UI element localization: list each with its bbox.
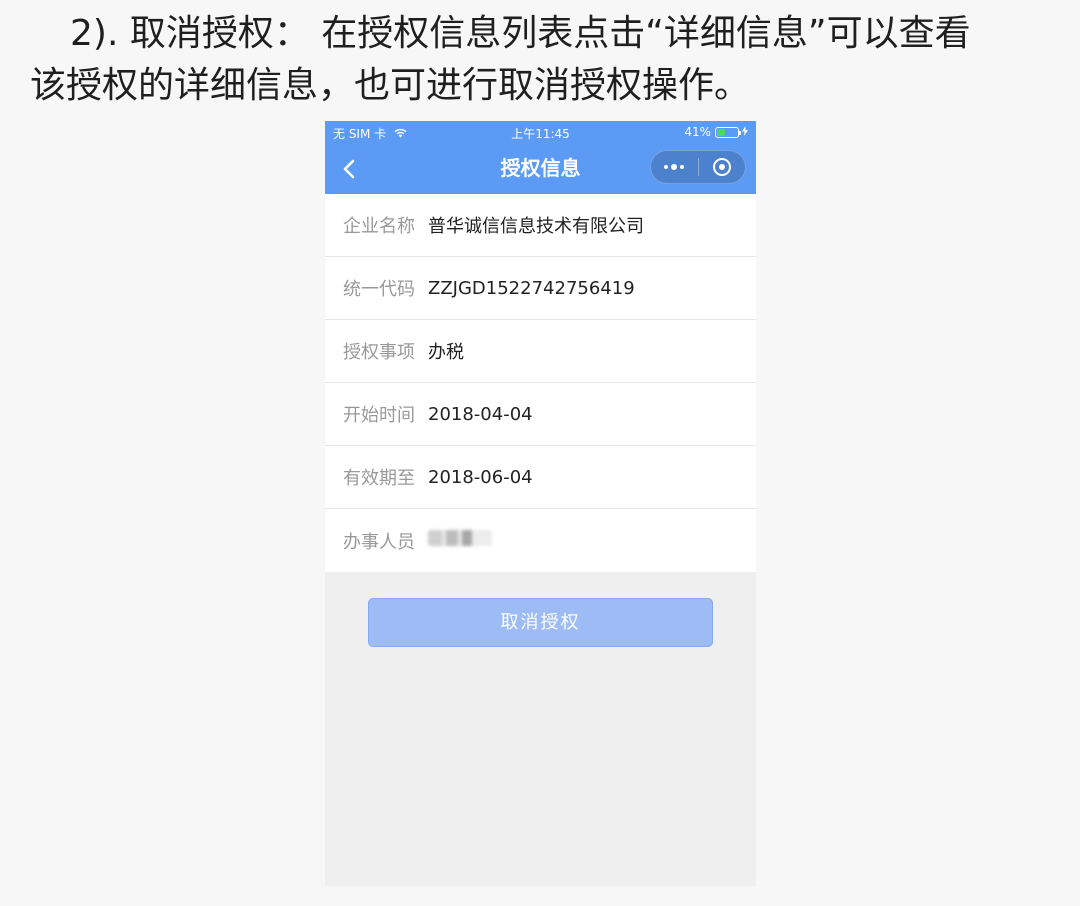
battery-icon xyxy=(715,126,741,138)
info-value: 2018-04-04 xyxy=(428,403,533,425)
nav-bar: 授权信息 xyxy=(325,143,756,194)
info-row-company-name: 企业名称 普华诚信信息技术有限公司 xyxy=(325,194,756,257)
more-dots-icon[interactable] xyxy=(651,151,698,183)
info-row-authorized-item: 授权事项 办税 xyxy=(325,320,756,383)
top-bar: 无 SIM 卡 上午11:45 41% 授权信息 xyxy=(325,121,756,194)
mini-program-capsule xyxy=(650,150,746,184)
info-value: 办税 xyxy=(428,342,464,363)
info-value: 普华诚信信息技术有限公司 xyxy=(428,216,644,237)
info-value: 2018-06-04 xyxy=(428,466,533,488)
bolt-icon xyxy=(742,125,748,139)
info-row-handler: 办事人员 xyxy=(325,509,756,572)
target-circle-icon[interactable] xyxy=(699,151,746,183)
info-label: 授权事项 xyxy=(343,342,415,363)
phone-screen: 无 SIM 卡 上午11:45 41% 授权信息 企业名称 普华诚信信息技术有限… xyxy=(325,121,756,886)
info-value: ZZJGD1522742756419 xyxy=(428,277,635,299)
instruction-text: 2). 取消授权： 在授权信息列表点击“详细信息”可以查看 该授权的详细信息，也… xyxy=(30,8,1060,112)
info-label: 有效期至 xyxy=(343,468,415,489)
instruction-line-1: 2). 取消授权： 在授权信息列表点击“详细信息”可以查看 xyxy=(70,13,971,54)
status-right: 41% xyxy=(684,125,748,139)
info-label: 办事人员 xyxy=(343,531,415,553)
info-label: 企业名称 xyxy=(343,216,415,237)
battery-percent: 41% xyxy=(684,125,711,139)
status-bar: 无 SIM 卡 上午11:45 41% xyxy=(325,121,756,143)
info-label: 开始时间 xyxy=(343,405,415,426)
info-row-valid-until: 有效期至 2018-06-04 xyxy=(325,446,756,509)
info-value-redacted xyxy=(428,530,492,551)
info-label: 统一代码 xyxy=(343,279,415,300)
authorization-info-list: 企业名称 普华诚信信息技术有限公司 统一代码 ZZJGD152274275641… xyxy=(325,194,756,572)
instruction-line-2: 该授权的详细信息，也可进行取消授权操作。 xyxy=(30,65,751,106)
cancel-authorization-button[interactable]: 取消授权 xyxy=(368,598,713,647)
info-row-start-date: 开始时间 2018-04-04 xyxy=(325,383,756,446)
battery-fill xyxy=(717,128,726,136)
redacted-name xyxy=(428,530,492,546)
info-row-unified-code: 统一代码 ZZJGD1522742756419 xyxy=(325,257,756,320)
